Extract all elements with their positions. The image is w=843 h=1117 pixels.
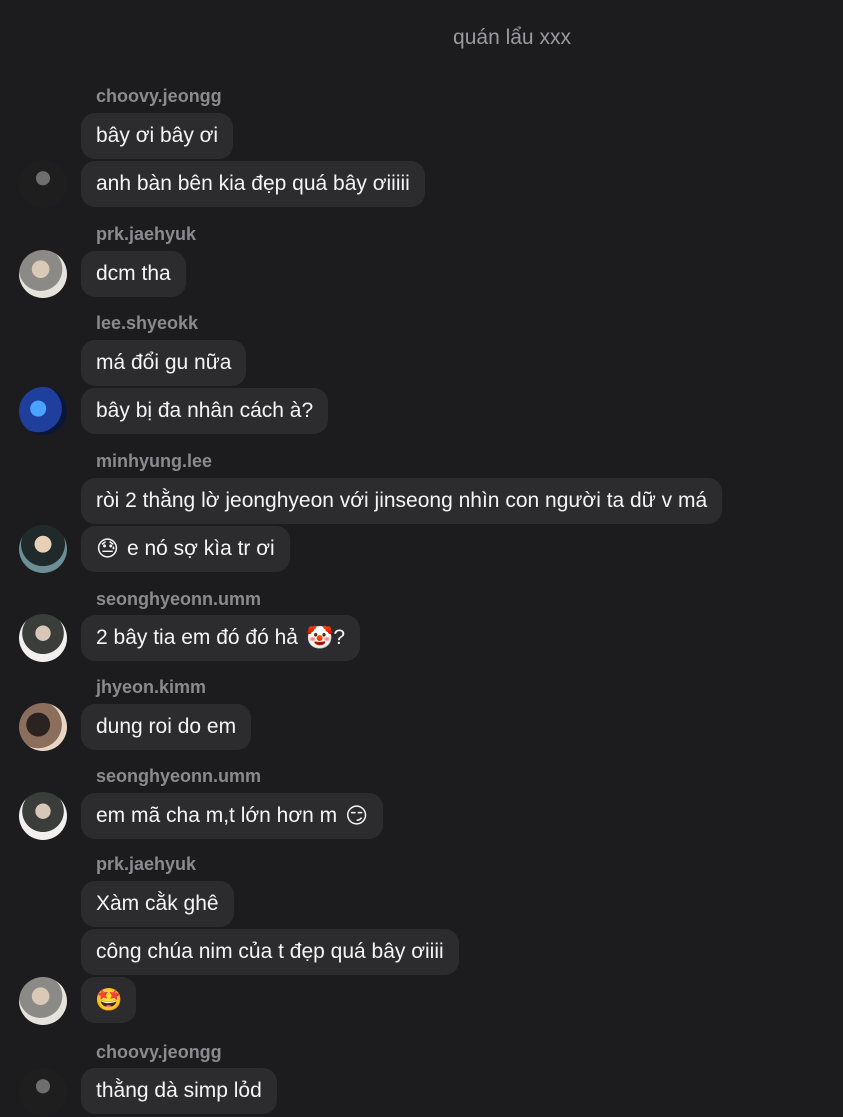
avatar[interactable] [19,703,67,751]
message-bubble[interactable]: má đổi gu nữa [81,340,247,386]
sender-username[interactable]: seonghyeonn.umm [96,589,261,610]
message-text: em mã cha m,t lớn hơn m [96,804,338,827]
message-bubble[interactable]: bây ơi bây ơi [81,113,234,159]
sender-username[interactable]: choovy.jeongg [96,86,222,107]
avatar[interactable] [19,792,67,840]
chat-title: quán lẩu xxx [453,26,571,49]
avatar[interactable] [19,614,67,662]
avatar[interactable] [19,977,67,1025]
star-struck-emoji: 🤩 [95,987,123,1013]
message-bubble[interactable]: công chúa nim của t đẹp quá bây ơiiii [81,929,459,975]
downcast-sweat-emoji: 😓 [96,536,119,562]
message-text: anh bàn bên kia đẹp quá bây ơiiiii [96,172,410,195]
avatar[interactable] [19,387,67,435]
message-thread: quán lẩu xxx choovy.jeongg bây ơi bây ơi… [0,0,843,1117]
message-bubble[interactable]: dcm tha [81,251,186,297]
message-bubble[interactable]: ròi 2 thằng lờ jeonghyeon với jinseong n… [81,478,723,524]
sender-username[interactable]: seonghyeonn.umm [96,766,261,787]
sender-username[interactable]: choovy.jeongg [96,1042,222,1063]
message-text: bây ơi bây ơi [96,124,219,147]
sender-username[interactable]: prk.jaehyuk [96,854,196,875]
message-text: thằng dà simp lỏd [96,1079,262,1102]
message-bubble[interactable]: 😓 e nó sợ kìa tr ơi [81,526,290,572]
message-text: ròi 2 thằng lờ jeonghyeon với jinseong n… [96,489,708,512]
message-bubble[interactable]: thằng dà simp lỏd [81,1068,277,1114]
message-text: 2 bây tia em đó đó hả [96,626,298,649]
message-text: bây bị đa nhân cách à? [96,399,314,422]
avatar[interactable] [19,525,67,573]
message-text: công chúa nim của t đẹp quá bây ơiiii [96,940,444,963]
message-text: dung roi do em [96,715,237,738]
message-text: má đổi gu nữa [96,351,232,374]
message-text: e nó sợ kìa tr ơi [126,537,275,560]
message-bubble[interactable]: bây bị đa nhân cách à? [81,388,329,434]
avatar[interactable] [19,250,67,298]
sender-username[interactable]: jhyeon.kimm [96,677,206,698]
avatar[interactable] [19,1068,67,1116]
message-text: Xàm cằk ghê [96,892,219,915]
message-bubble[interactable]: 🤩 [81,977,137,1023]
message-bubble[interactable]: 2 bây tia em đó đó hả 🤡 ? [81,615,361,661]
message-bubble[interactable]: em mã cha m,t lớn hơn m 😏 [81,793,384,839]
sender-username[interactable]: lee.shyeokk [96,313,198,334]
smirk-emoji: 😏 [345,803,369,829]
clown-emoji: 🤡 [305,625,334,651]
sender-username[interactable]: minhyung.lee [96,451,212,472]
message-bubble[interactable]: Xàm cằk ghê [81,881,234,927]
sender-username[interactable]: prk.jaehyuk [96,224,196,245]
message-bubble[interactable]: anh bàn bên kia đẹp quá bây ơiiiii [81,161,425,207]
message-text: dcm tha [96,262,171,285]
message-suffix: ? [333,626,346,649]
message-bubble[interactable]: dung roi do em [81,704,252,750]
avatar[interactable] [19,160,67,208]
